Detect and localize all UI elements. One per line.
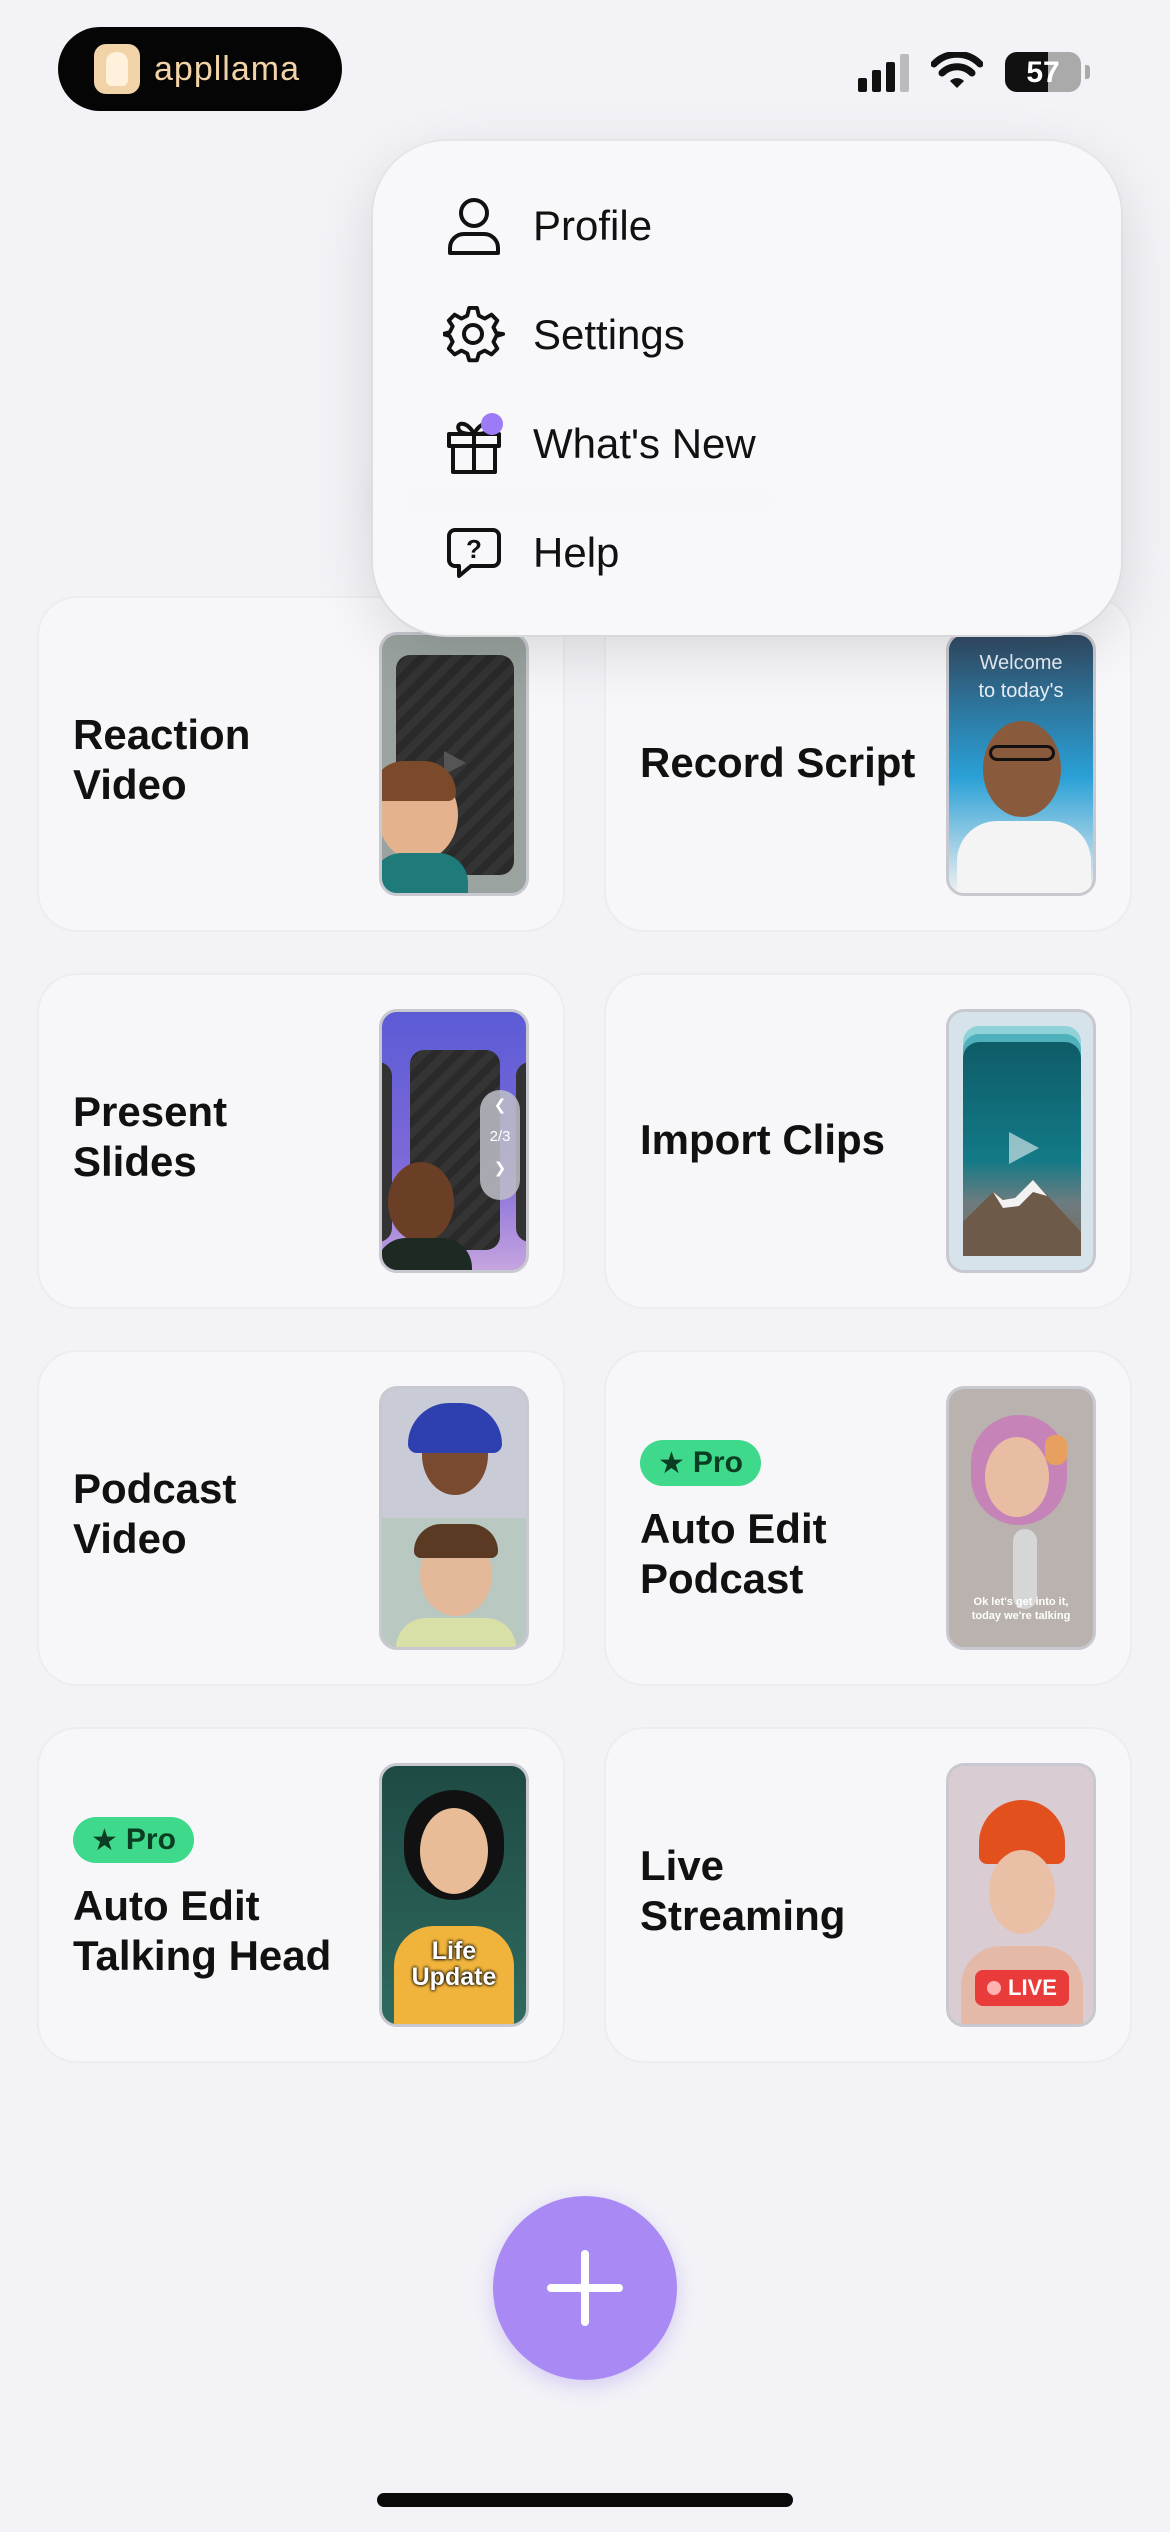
card-title: Import Clips	[640, 1116, 886, 1163]
plus-icon	[547, 2250, 623, 2326]
person-face	[989, 1850, 1055, 1934]
gift-icon	[441, 411, 507, 477]
cellular-signal-icon	[858, 52, 909, 92]
card-title: Live Streaming	[640, 1842, 846, 1939]
guest-bottom	[382, 1518, 526, 1647]
card-podcast-video[interactable]: Podcast Video	[39, 1352, 563, 1684]
slide-page-indicator: 2/3	[489, 1128, 511, 1145]
person-icon	[441, 193, 507, 259]
headphones-icon	[1045, 1435, 1067, 1465]
card-record-script[interactable]: Record Script Welcome to today's	[606, 598, 1130, 930]
chevron-up-icon: ❮	[493, 1097, 507, 1114]
person-shirt	[396, 1618, 516, 1647]
battery-level: 57	[1026, 56, 1060, 89]
guest-top	[382, 1389, 526, 1518]
play-icon	[1009, 1132, 1039, 1164]
menu-item-label: Profile	[533, 202, 653, 249]
star-icon: ★	[658, 1446, 685, 1480]
pro-label: Pro	[692, 1446, 743, 1479]
podcast-thumbnail	[379, 1386, 529, 1650]
auto-edit-podcast-thumbnail: Ok let's get into it, today we're talkin…	[946, 1386, 1096, 1650]
person-hair	[408, 1403, 502, 1453]
card-present-slides[interactable]: Present Slides ❮ 2/3 ❯	[39, 975, 563, 1307]
talking-head-thumbnail: Life Update	[379, 1763, 529, 2027]
menu-item-profile[interactable]: Profile	[441, 191, 652, 261]
slide-controls: ❮ 2/3 ❯	[480, 1090, 520, 1200]
status-icons: 57	[858, 52, 1090, 92]
glasses-icon	[989, 745, 1055, 761]
star-icon: ★	[91, 1823, 118, 1857]
person-hair	[414, 1524, 498, 1558]
app-logo-pill[interactable]: appllama	[58, 27, 342, 111]
record-dot-icon	[987, 1981, 1001, 1995]
chevron-down-icon: ❯	[493, 1160, 507, 1177]
card-live-streaming[interactable]: Live Streaming LIVE	[606, 1729, 1130, 2061]
pro-badge: ★ Pro	[640, 1440, 761, 1486]
card-title: Auto Edit Podcast	[640, 1505, 827, 1602]
person-shirt	[957, 821, 1091, 893]
person-face	[983, 721, 1061, 817]
person-face	[985, 1437, 1049, 1517]
llama-logo-icon	[94, 44, 140, 94]
teleprompter-caption: Welcome to today's	[978, 652, 1064, 702]
reaction-thumbnail	[379, 632, 529, 896]
menu-item-label: Settings	[533, 311, 685, 358]
menu-item-whats-new[interactable]: What's New	[441, 409, 756, 479]
mountain-image	[963, 1180, 1081, 1256]
person-face	[388, 1162, 454, 1242]
card-auto-edit-podcast[interactable]: ★ Pro Auto Edit Podcast Ok let's get int…	[606, 1352, 1130, 1684]
card-title: Auto Edit Talking Head	[73, 1882, 332, 1979]
card-import-clips[interactable]: Import Clips	[606, 975, 1130, 1307]
person-shirt	[382, 1238, 472, 1270]
live-streaming-thumbnail: LIVE	[946, 1763, 1096, 2027]
card-reaction-video[interactable]: Reaction Video	[39, 598, 563, 930]
person-face	[420, 1808, 488, 1894]
menu-item-help[interactable]: ? Help	[441, 518, 619, 588]
pro-label: Pro	[125, 1823, 176, 1856]
account-menu: Profile Settings What's New ? Help	[373, 141, 1121, 635]
person-shirt	[382, 853, 468, 893]
card-title: Podcast Video	[73, 1465, 237, 1562]
gear-icon	[441, 302, 507, 368]
question-bubble-icon: ?	[441, 520, 507, 586]
card-auto-edit-talking-head[interactable]: ★ Pro Auto Edit Talking Head Life Update	[39, 1729, 563, 2061]
record-script-thumbnail: Welcome to today's	[946, 632, 1096, 896]
slides-thumbnail: ❮ 2/3 ❯	[379, 1009, 529, 1273]
battery-icon: 57	[1005, 52, 1081, 92]
subtitle-caption: Ok let's get into it, today we're talkin…	[971, 1596, 1071, 1622]
card-title: Reaction Video	[73, 711, 251, 808]
import-clips-thumbnail	[946, 1009, 1096, 1273]
live-label: LIVE	[1008, 1975, 1057, 2000]
menu-item-settings[interactable]: Settings	[441, 300, 685, 370]
menu-item-label: What's New	[533, 420, 756, 467]
card-title: Present Slides	[73, 1088, 228, 1185]
pro-badge: ★ Pro	[73, 1817, 194, 1863]
card-title: Record Script	[640, 739, 916, 786]
home-indicator[interactable]	[377, 2493, 793, 2507]
subtitle-caption: Life Update	[411, 1937, 497, 1991]
new-badge-dot	[481, 413, 503, 435]
svg-text:?: ?	[466, 534, 482, 564]
brand-name: appllama	[154, 49, 300, 88]
wifi-icon	[931, 52, 983, 88]
menu-item-label: Help	[533, 529, 620, 576]
live-badge: LIVE	[975, 1970, 1069, 2006]
battery-nub	[1085, 65, 1090, 79]
create-new-button[interactable]	[493, 2196, 677, 2380]
